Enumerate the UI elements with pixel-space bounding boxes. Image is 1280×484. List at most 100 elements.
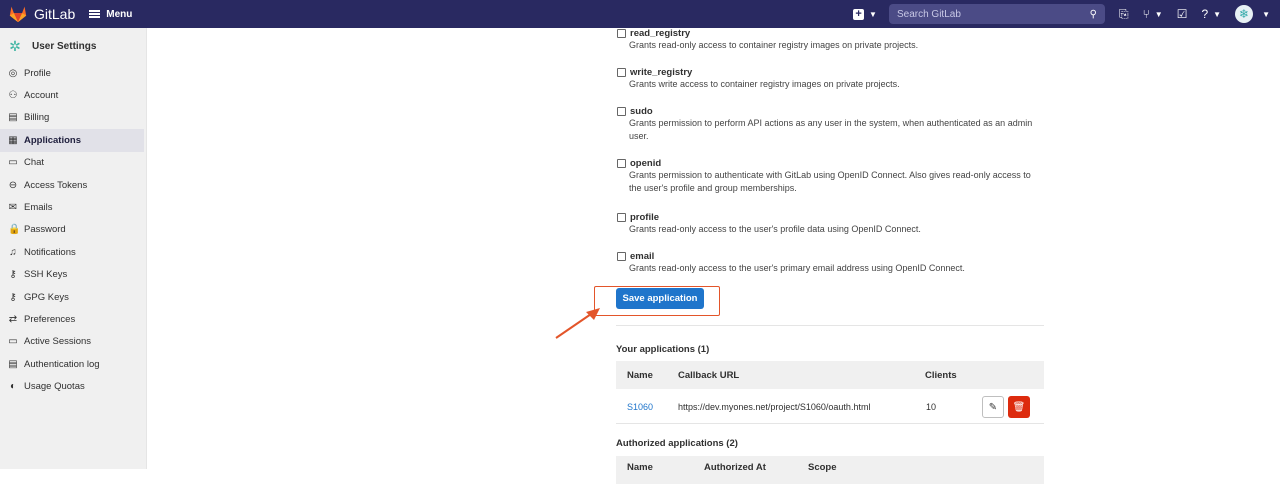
scope-name: read_registry xyxy=(630,28,691,39)
lock-icon: 🔒 xyxy=(8,224,21,236)
chevron-down-icon[interactable]: ▼ xyxy=(1262,10,1270,19)
your-applications-title: Your applications (1) xyxy=(616,344,710,355)
sidebar-item-usage-quotas[interactable]: ◐ Usage Quotas xyxy=(0,375,146,397)
sidebar-item-applications[interactable]: ▦ Applications xyxy=(0,129,144,152)
sidebar-item-active-sessions[interactable]: ▭ Active Sessions xyxy=(0,331,146,353)
sidebar-header[interactable]: ✲ User Settings xyxy=(0,30,146,62)
search-box[interactable]: ⚲ xyxy=(888,4,1105,24)
top-navbar: GitLab Menu + ▼ ⚲ ⎘ ⑂▼ ☑ ?▼ ❄ ▼ xyxy=(0,0,1280,28)
divider xyxy=(616,325,1044,326)
hamburger-icon xyxy=(89,10,101,18)
scope-row: openid xyxy=(600,158,1040,169)
col-clients: Clients xyxy=(925,369,957,381)
scope-description: Grants permission to perform API actions… xyxy=(629,118,1033,141)
token-icon: ⊖ xyxy=(8,179,18,191)
sidebar-item-label: Account xyxy=(24,90,59,102)
chevron-down-icon: ▼ xyxy=(869,9,877,19)
search-input[interactable] xyxy=(896,8,1090,20)
col-authorized-at: Authorized At xyxy=(704,462,766,473)
key-icon: ⚷ xyxy=(9,269,17,281)
scope-description: Grants write access to container registr… xyxy=(629,79,900,89)
application-name-link[interactable]: S1060 xyxy=(627,390,653,423)
menu-label: Menu xyxy=(106,8,133,20)
help-icon[interactable]: ? ▼ xyxy=(1201,7,1221,21)
todos-icon[interactable]: ☑ xyxy=(1177,7,1188,21)
sidebar-item-password[interactable]: 🔒 Password xyxy=(0,219,146,241)
menu-button[interactable]: Menu xyxy=(89,9,132,20)
scope-checkbox[interactable] xyxy=(617,252,626,261)
sidebar-item-gpg-keys[interactable]: ⚷ GPG Keys xyxy=(0,286,146,308)
avatar[interactable]: ❄ xyxy=(1235,5,1254,23)
authorized-table-header: Name Authorized At Scope xyxy=(616,456,1044,484)
profile-icon: ◎ xyxy=(8,67,18,79)
sidebar-item-label: Active Sessions xyxy=(24,336,92,348)
search-icon: ⚲ xyxy=(1089,8,1097,20)
chat-icon: ▭ xyxy=(8,157,18,169)
col-callback-url: Callback URL xyxy=(678,369,740,381)
save-application-button[interactable]: Save application xyxy=(616,288,704,309)
sidebar-item-label: Chat xyxy=(24,157,45,169)
sidebar-item-label: Notifications xyxy=(24,246,76,258)
scope-checkbox[interactable] xyxy=(617,159,626,168)
scope-checkbox[interactable] xyxy=(617,107,626,116)
merge-requests-icon[interactable]: ⑂ ▼ xyxy=(1143,7,1163,21)
chevron-down-icon: ▼ xyxy=(1154,9,1163,19)
scope-checkbox[interactable] xyxy=(617,29,626,38)
issues-icon[interactable]: ⎘ xyxy=(1119,7,1129,22)
billing-icon: ▤ xyxy=(8,112,18,124)
scope-description: Grants read-only access to container reg… xyxy=(629,40,919,50)
sidebar-item-label: Profile xyxy=(24,67,51,79)
edit-application-button[interactable]: ✎ xyxy=(982,396,1004,418)
table-row: S1060 https://dev.myones.net/project/S10… xyxy=(616,390,1044,424)
sidebar-item-chat[interactable]: ▭ Chat xyxy=(0,152,146,174)
sidebar-item-label: Access Tokens xyxy=(24,179,88,191)
scope-description: Grants read-only access to the user's pr… xyxy=(629,224,921,234)
bell-icon: ♫ xyxy=(9,246,17,258)
new-dropdown-button[interactable]: + ▼ xyxy=(853,8,877,20)
sidebar-item-label: Billing xyxy=(24,112,50,124)
preferences-icon: ⇄ xyxy=(8,313,18,325)
pencil-icon: ✎ xyxy=(988,401,998,413)
sidebar-item-label: Authentication log xyxy=(24,358,100,370)
sidebar-item-label: Password xyxy=(24,224,66,236)
scope-name: openid xyxy=(630,158,662,169)
plus-icon: + xyxy=(853,8,865,20)
sidebar-item-notifications[interactable]: ♫ Notifications xyxy=(0,241,146,263)
scope-name: email xyxy=(630,251,655,262)
sidebar-item-preferences[interactable]: ⇄ Preferences xyxy=(0,308,146,330)
applications-table-header: Name Callback URL Clients xyxy=(616,361,1044,389)
quota-icon: ◐ xyxy=(9,381,17,393)
scope-description: Grants read-only access to the user's pr… xyxy=(629,263,965,273)
scope-option-read-registry: read_registry Grants read-only access to … xyxy=(600,28,1040,52)
sidebar-item-access-tokens[interactable]: ⊖ Access Tokens xyxy=(0,174,146,196)
scope-description: Grants permission to authenticate with G… xyxy=(629,170,1031,193)
delete-application-button[interactable]: 🗑 xyxy=(1008,396,1030,418)
sidebar-item-authentication-log[interactable]: ▤ Authentication log xyxy=(0,353,146,375)
callback-url: https://dev.myones.net/project/S1060/oau… xyxy=(678,401,871,412)
sessions-icon: ▭ xyxy=(8,336,18,348)
sidebar-item-label: Applications xyxy=(24,134,82,146)
gitlab-logo-icon[interactable] xyxy=(8,5,28,23)
sidebar-item-profile[interactable]: ◎ Profile xyxy=(0,62,146,84)
brand-name[interactable]: GitLab xyxy=(34,6,75,22)
sidebar-item-label: GPG Keys xyxy=(24,291,69,303)
scope-checkbox[interactable] xyxy=(617,68,626,77)
scope-row: sudo xyxy=(600,106,1040,117)
scope-row: email xyxy=(600,251,1040,262)
log-icon: ▤ xyxy=(8,358,18,370)
scope-checkbox[interactable] xyxy=(617,213,626,222)
clients-count: 10 xyxy=(926,401,937,412)
scope-row: read_registry xyxy=(600,28,1040,39)
col-scope: Scope xyxy=(808,462,837,473)
scope-option-profile: profile Grants read-only access to the us… xyxy=(600,212,1040,236)
sidebar-item-ssh-keys[interactable]: ⚷ SSH Keys xyxy=(0,264,146,286)
email-icon: ✉ xyxy=(8,202,18,214)
sidebar-item-account[interactable]: ⚇ Account xyxy=(0,84,146,106)
account-icon: ⚇ xyxy=(8,90,18,102)
sidebar-items: ◎ Profile ⚇ Account ▤ Billing ▦ Applications ▭ Ch… xyxy=(0,62,146,398)
sidebar-item-label: SSH Keys xyxy=(24,269,68,281)
sidebar-item-billing[interactable]: ▤ Billing xyxy=(0,107,146,129)
authorized-applications-title: Authorized applications (2) xyxy=(616,438,738,449)
col-name: Name xyxy=(627,369,653,381)
sidebar-item-emails[interactable]: ✉ Emails xyxy=(0,196,146,218)
